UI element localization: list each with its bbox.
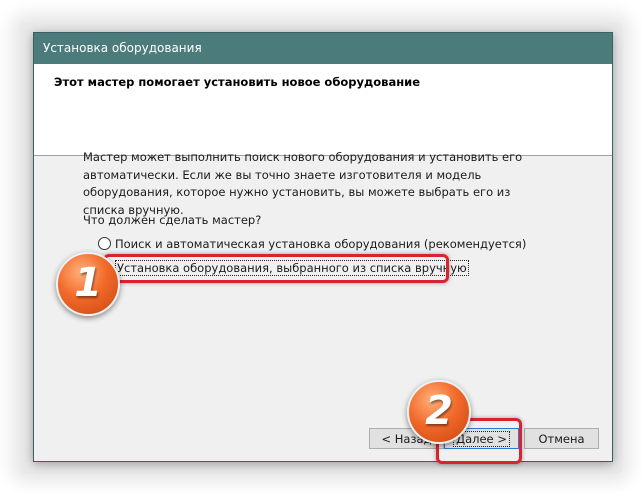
window-title: Установка оборудования [43, 41, 202, 55]
radio-option-auto-label: Поиск и автоматическая установка оборудо… [115, 237, 527, 251]
radio-option-auto[interactable]: Поиск и автоматическая установка оборудо… [98, 236, 526, 252]
wizard-header: Этот мастер помогает установить новое об… [34, 64, 612, 156]
wizard-header-title: Этот мастер помогает установить новое об… [54, 75, 421, 89]
step-marker-1: 1 [56, 252, 120, 316]
window-titlebar[interactable]: Установка оборудования [34, 33, 612, 64]
highlight-box-option [103, 254, 449, 283]
cancel-button[interactable]: Отмена [524, 428, 599, 449]
hardware-wizard-window: Установка оборудования Этот мастер помог… [33, 32, 613, 462]
wizard-question: Что должен сделать мастер? [83, 213, 262, 227]
step-marker-2: 2 [407, 380, 471, 444]
wizard-description: Мастер может выполнить поиск нового обор… [83, 150, 523, 217]
radio-button-unchecked[interactable] [98, 237, 111, 250]
